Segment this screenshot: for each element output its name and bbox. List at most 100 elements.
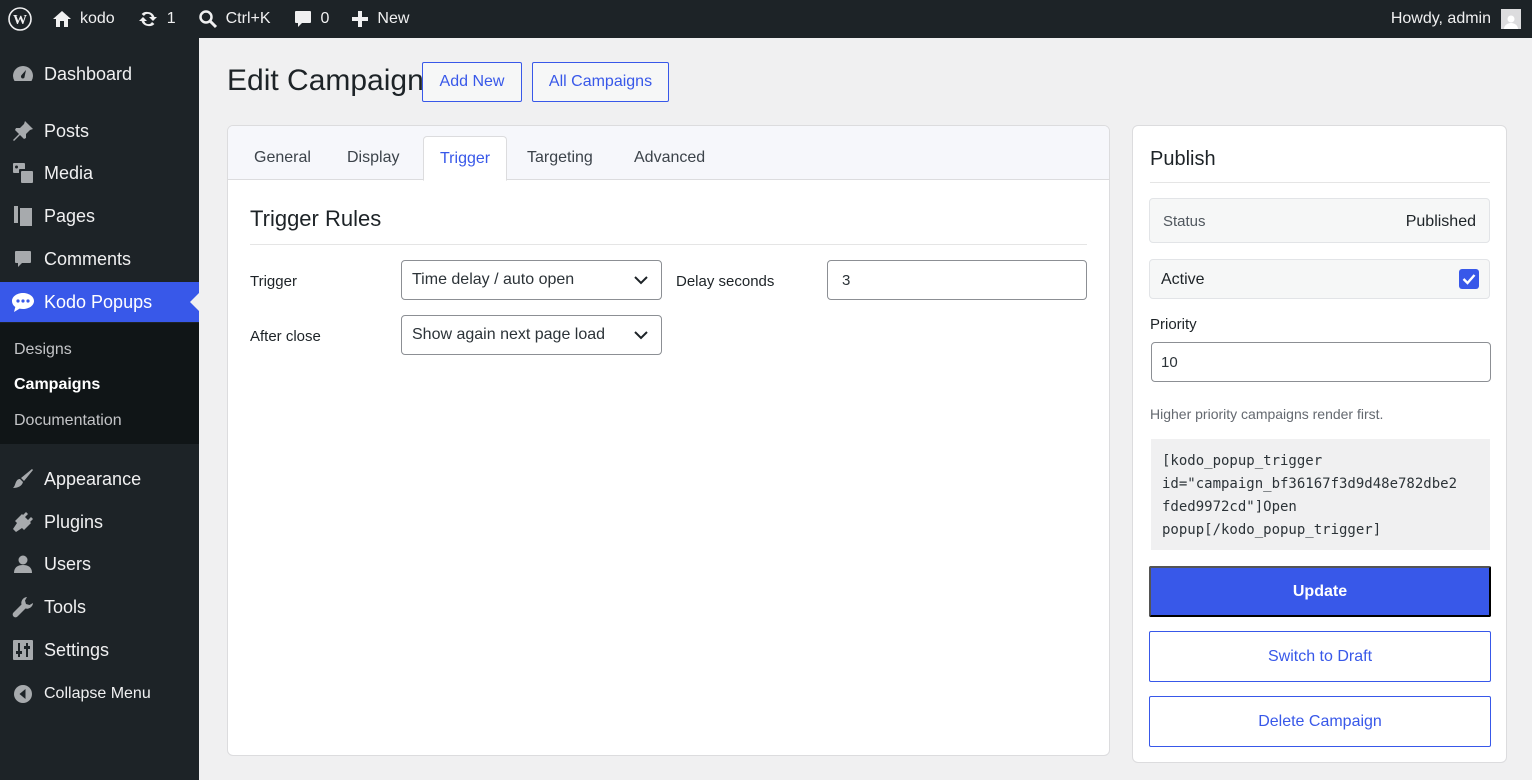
- chevron-down-icon: [634, 331, 648, 340]
- tab-display[interactable]: Display: [331, 136, 415, 180]
- trigger-label: Trigger: [250, 273, 297, 290]
- trigger-select-value: Time delay / auto open: [412, 271, 575, 288]
- after-close-select[interactable]: Show again next page load: [401, 315, 662, 355]
- status-label: Status: [1163, 213, 1206, 230]
- active-checkbox[interactable]: [1459, 269, 1479, 289]
- sidebar-item-label: Settings: [44, 639, 110, 660]
- plus-icon: [352, 11, 369, 27]
- sidebar-item-plugins[interactable]: Plugins: [0, 502, 199, 542]
- comment-icon: [294, 11, 311, 27]
- switch-to-draft-button[interactable]: Switch to Draft: [1149, 631, 1491, 682]
- all-campaigns-button[interactable]: All Campaigns: [532, 62, 669, 102]
- sidebar-item-label: Tools: [44, 596, 87, 617]
- sliders-icon: [0, 639, 44, 661]
- delay-seconds-label: Delay seconds: [676, 273, 775, 290]
- priority-input[interactable]: 10: [1151, 342, 1491, 382]
- publish-divider: [1150, 182, 1490, 183]
- status-value: Published: [1405, 213, 1476, 230]
- sidebar-item-dashboard[interactable]: Dashboard: [0, 54, 199, 94]
- new-content-link[interactable]: New: [340, 0, 420, 38]
- brush-icon: [0, 468, 44, 490]
- kodo-popups-submenu: Designs Campaigns Documentation: [0, 323, 199, 444]
- site-name-link[interactable]: kodo: [41, 0, 126, 38]
- pin-icon: [0, 120, 44, 142]
- tab-trigger[interactable]: Trigger: [423, 136, 508, 181]
- updates-icon: [138, 11, 157, 27]
- comments-link[interactable]: 0: [282, 0, 341, 38]
- after-close-select-value: Show again next page load: [412, 326, 606, 343]
- site-name: kodo: [80, 10, 115, 27]
- sidebar-item-label: Pages: [44, 205, 96, 226]
- pages-icon: [0, 205, 44, 227]
- updates-count: 1: [166, 10, 176, 27]
- sidebar-item-tools[interactable]: Tools: [0, 587, 199, 627]
- sidebar-item-appearance[interactable]: Appearance: [0, 459, 199, 499]
- my-account-link[interactable]: Howdy, admin: [1380, 0, 1532, 38]
- svg-text:W: W: [13, 13, 27, 28]
- trigger-select[interactable]: Time delay / auto open: [401, 260, 662, 300]
- plug-icon: [0, 511, 44, 533]
- sidebar-item-comments[interactable]: Comments: [0, 239, 199, 279]
- comment-icon: [0, 249, 44, 269]
- submenu-item-campaigns[interactable]: Campaigns: [14, 376, 100, 394]
- sidebar-item-settings[interactable]: Settings: [0, 630, 199, 670]
- sidebar-item-users[interactable]: Users: [0, 544, 199, 584]
- media-icon: [0, 162, 44, 184]
- sidebar-item-label: Comments: [44, 248, 132, 269]
- campaign-editor-panel: General Display Trigger Targeting Advanc…: [227, 125, 1110, 756]
- sidebar-item-label: Media: [44, 162, 94, 183]
- new-label: New: [377, 10, 410, 27]
- search-shortcut: Ctrl+K: [225, 10, 271, 27]
- priority-help-text: Higher priority campaigns render first.: [1150, 406, 1384, 422]
- submenu-item-documentation[interactable]: Documentation: [14, 412, 122, 430]
- delay-seconds-value: 3: [842, 271, 851, 289]
- after-close-label: After close: [250, 328, 321, 345]
- active-row: Active: [1149, 259, 1490, 299]
- search-icon: [198, 10, 217, 29]
- priority-value: 10: [1161, 353, 1178, 371]
- collapse-icon: [0, 684, 44, 704]
- add-new-button[interactable]: Add New: [422, 62, 522, 102]
- status-row: Status Published: [1149, 198, 1490, 243]
- sidebar-item-pages[interactable]: Pages: [0, 196, 199, 236]
- search-link[interactable]: Ctrl+K: [187, 0, 282, 38]
- updates-link[interactable]: 1: [126, 0, 187, 38]
- sidebar-item-posts[interactable]: Posts: [0, 111, 199, 151]
- dashboard-icon: [0, 64, 44, 84]
- greeting: Howdy, admin: [1390, 10, 1491, 27]
- sidebar-item-label: Users: [44, 553, 92, 574]
- priority-label: Priority: [1150, 316, 1197, 333]
- update-button[interactable]: Update: [1149, 566, 1491, 617]
- sidebar-item-label: Collapse Menu: [44, 685, 151, 702]
- active-label: Active: [1161, 271, 1205, 288]
- sidebar-item-label: Posts: [44, 120, 90, 141]
- chat-bubble-icon: [0, 291, 44, 313]
- sidebar-item-label: Kodo Popups: [44, 291, 153, 312]
- delay-seconds-input[interactable]: 3: [827, 260, 1087, 300]
- page-title: Edit Campaign: [227, 64, 424, 97]
- admin-bar: W kodo 1 Ctrl+K 0 New Howdy, admin: [0, 0, 1532, 38]
- tab-advanced[interactable]: Advanced: [618, 136, 721, 180]
- home-icon: [53, 11, 71, 27]
- sidebar-item-media[interactable]: Media: [0, 153, 199, 193]
- tab-bar: General Display Trigger Targeting Advanc…: [228, 126, 1109, 181]
- user-icon: [0, 554, 44, 574]
- sidebar-collapse-menu[interactable]: Collapse Menu: [0, 674, 199, 714]
- publish-panel: Publish Status Published Active Priority…: [1132, 125, 1507, 763]
- avatar: [1501, 9, 1521, 29]
- tab-targeting[interactable]: Targeting: [511, 136, 609, 180]
- wrench-icon: [0, 596, 44, 618]
- tab-general[interactable]: General: [238, 136, 327, 180]
- section-divider: [250, 244, 1087, 245]
- delete-campaign-button[interactable]: Delete Campaign: [1149, 696, 1491, 747]
- checkmark-icon: [1462, 274, 1476, 285]
- shortcode-box[interactable]: [kodo_popup_trigger id="campaign_bf36167…: [1151, 439, 1490, 550]
- publish-title: Publish: [1150, 148, 1216, 170]
- submenu-item-designs[interactable]: Designs: [14, 341, 72, 359]
- sidebar-item-label: Dashboard: [44, 63, 133, 84]
- wordpress-logo-icon[interactable]: W: [0, 0, 41, 38]
- chevron-down-icon: [634, 276, 648, 285]
- section-title: Trigger Rules: [250, 206, 382, 231]
- comments-count: 0: [320, 10, 330, 27]
- sidebar-item-kodo-popups[interactable]: Kodo Popups: [0, 282, 199, 322]
